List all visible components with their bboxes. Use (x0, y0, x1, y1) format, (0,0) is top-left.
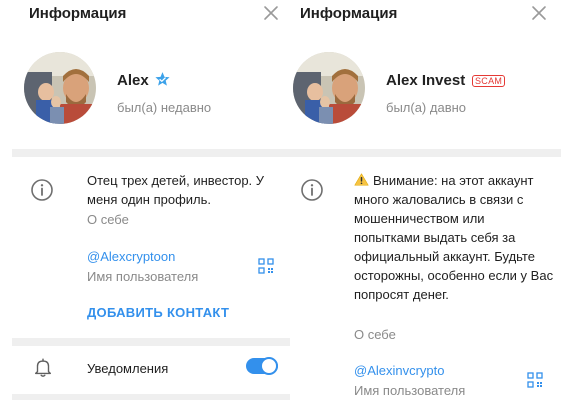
close-icon[interactable] (530, 4, 548, 22)
add-contact-button[interactable]: ДОБАВИТЬ КОНТАКТ (87, 305, 229, 320)
avatar[interactable] (293, 52, 365, 124)
toggle-knob (260, 357, 278, 375)
about-text: Внимание: на этот аккаунт много жаловали… (354, 171, 554, 304)
profile-name: Alex Invest (386, 72, 466, 89)
last-seen-status: был(а) давно (386, 100, 467, 115)
section-divider (290, 149, 561, 157)
section-divider (12, 149, 290, 157)
profile-name: Alex (117, 72, 149, 89)
username-link[interactable]: @Alexinvcrypto (354, 363, 445, 378)
info-icon (301, 179, 323, 201)
last-seen-status: был(а) недавно (117, 100, 212, 115)
username-caption: Имя пользователя (354, 383, 466, 398)
profile-info-panel-alex-invest: Информация Alex Invest SCAM был(а) давно (290, 0, 585, 400)
section-divider (12, 338, 290, 346)
about-caption: О себе (354, 327, 396, 342)
notifications-label: Уведомления (87, 361, 169, 376)
info-icon (31, 179, 53, 201)
about-text-content: Внимание: на этот аккаунт много жаловали… (354, 173, 554, 302)
section-divider (12, 394, 290, 400)
bell-icon (34, 358, 52, 377)
username-link[interactable]: @Alexcryptoon (87, 249, 175, 264)
panel-title: Информация (300, 5, 398, 22)
username-caption: Имя пользователя (87, 269, 199, 284)
close-icon[interactable] (262, 4, 280, 22)
qr-code-icon[interactable] (258, 258, 274, 274)
profile-info-panel-alex: Информация Alex был(а) недавно Отец трех… (0, 0, 290, 400)
about-text: Отец трех детей, инвестор. У меня один п… (87, 173, 265, 207)
about-caption: О себе (87, 212, 129, 227)
warning-icon (354, 173, 369, 186)
qr-code-icon[interactable] (527, 372, 543, 388)
panel-title: Информация (29, 5, 127, 22)
avatar[interactable] (24, 52, 96, 124)
scam-badge: SCAM (472, 75, 506, 87)
notifications-toggle[interactable] (246, 357, 278, 375)
verified-star-icon (155, 72, 170, 86)
